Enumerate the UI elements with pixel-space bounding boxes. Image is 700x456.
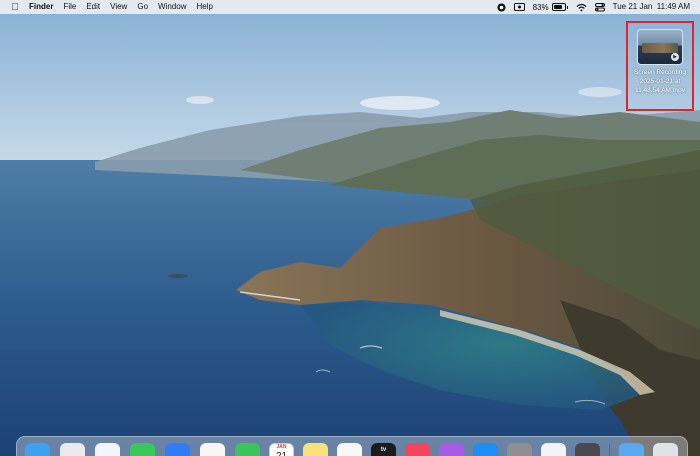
desktop-wallpaper [0, 0, 700, 456]
tv-label: tv [380, 447, 387, 453]
menu-bar:  Finder File Edit View Go Window Help 8… [0, 0, 700, 14]
finder-icon[interactable] [25, 443, 50, 456]
mail-icon[interactable] [165, 443, 190, 456]
menu-clock[interactable]: Tue 21 Jan 11:49 AM [613, 0, 690, 14]
music-icon[interactable] [405, 443, 430, 456]
file-name-line-2: 2025-01-21 at [639, 78, 681, 85]
calendar-month: JAN [270, 444, 293, 451]
screen-mirror-icon[interactable] [513, 0, 525, 14]
menu-go[interactable]: Go [132, 0, 153, 14]
battery-tip [566, 5, 568, 9]
photos-icon[interactable] [200, 443, 225, 456]
video-thumbnail-icon: ▶ [638, 30, 682, 64]
menu-edit[interactable]: Edit [81, 0, 105, 14]
record-icon[interactable] [497, 0, 506, 14]
facetime-icon[interactable] [235, 443, 260, 456]
messages-icon[interactable] [130, 443, 155, 456]
safari-icon[interactable] [95, 443, 120, 456]
menu-left: Finder File Edit View Go Window Help [24, 0, 218, 14]
menu-app-finder[interactable]: Finder [24, 0, 58, 14]
battery-status[interactable]: 83% [533, 3, 568, 12]
podcasts-icon[interactable] [439, 443, 464, 456]
calendar-icon[interactable]: JAN 21 [269, 443, 294, 456]
trash-icon[interactable] [653, 443, 678, 456]
menu-file[interactable]: File [58, 0, 81, 14]
battery-icon [551, 3, 566, 11]
downloads-folder-icon[interactable] [619, 443, 644, 456]
desktop-file-screen-recording[interactable]: ▶ Screen Recording 2025-01-21 at 11.48.5… [626, 21, 694, 111]
wifi-icon[interactable] [576, 0, 587, 14]
quicktime-icon[interactable] [575, 443, 600, 456]
reminders-icon[interactable] [337, 443, 362, 456]
chrome-icon[interactable] [541, 443, 566, 456]
system-settings-icon[interactable] [507, 443, 532, 456]
launchpad-icon[interactable] [60, 443, 85, 456]
app-store-icon[interactable] [473, 443, 498, 456]
desktop-file-label: Screen Recording 2025-01-21 at 11.48.54 … [628, 68, 692, 95]
tv-icon[interactable]: tv [371, 443, 396, 456]
file-name-line-1: Screen Recording [633, 69, 687, 76]
thumbnail-landscape [642, 43, 678, 53]
apple-menu-icon[interactable]:  [6, 2, 24, 13]
file-name-line-3: 11.48.54 AM.mov [634, 87, 686, 94]
calendar-day: 21 [270, 451, 293, 456]
menu-view[interactable]: View [105, 0, 132, 14]
control-center-icon[interactable] [594, 0, 605, 14]
notes-icon[interactable] [303, 443, 328, 456]
menu-window[interactable]: Window [153, 0, 191, 14]
play-icon: ▶ [671, 53, 679, 61]
menu-help[interactable]: Help [191, 0, 217, 14]
dock: JAN 21 tv [16, 436, 688, 456]
battery-level-fill [553, 5, 562, 9]
dock-separator [609, 444, 610, 456]
menu-status-area: 83% Tue 21 Jan 11:49 AM [497, 0, 700, 14]
battery-percent: 83% [532, 2, 549, 12]
